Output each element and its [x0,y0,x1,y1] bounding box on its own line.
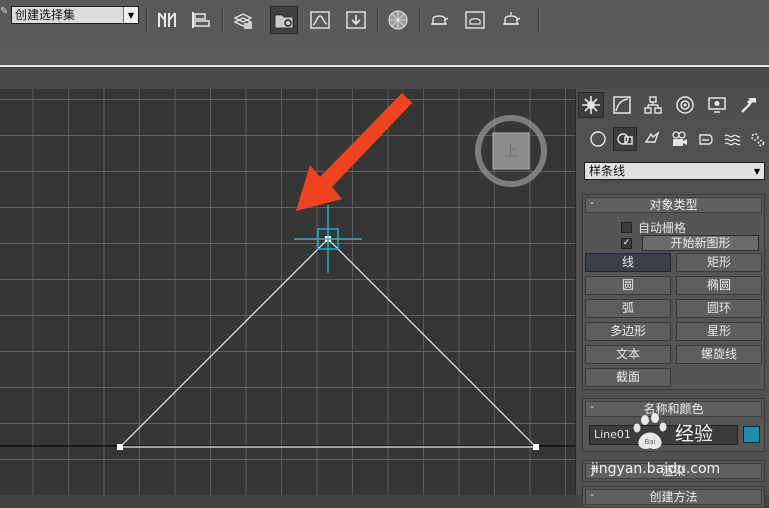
section-button[interactable]: 截面 [585,368,671,387]
arc-button[interactable]: 弧 [585,299,671,318]
space-warps-icon[interactable] [720,127,744,151]
render-icon[interactable] [497,6,525,34]
creation-method-title: 创建方法 [649,490,698,504]
rendering-header[interactable]: + 渲染 [585,462,762,479]
category-dropdown[interactable]: 样条线 ▼ [584,162,765,180]
curve-editor-icon[interactable] [306,6,334,34]
vertex-right [533,444,539,450]
toolbar-separator [377,8,379,32]
ribbon-strip [0,42,769,65]
toolbar-separator [419,8,421,32]
line-button[interactable]: 线 [585,253,671,272]
mirror-icon[interactable] [153,6,181,34]
vertex-left [117,444,123,450]
viewport-label-bar [0,67,769,89]
named-selection-set-dropdown[interactable]: 创建选择集 ▼ [11,6,139,24]
display-tab-icon[interactable] [704,92,730,118]
pointer-arrow-icon [296,93,412,211]
chevron-down-icon[interactable]: ▼ [750,163,764,179]
auto-grid-checkbox[interactable] [621,222,632,233]
geometry-icon[interactable] [586,127,610,151]
object-type-rollout-header[interactable]: - 对象类型 [585,196,762,213]
ngon-button[interactable]: 多边形 [585,322,671,341]
create-subcategory-row [576,127,769,155]
chevron-down-icon[interactable]: ▼ [123,7,138,23]
hierarchy-tab-icon[interactable] [640,92,666,118]
render-setup-icon[interactable] [425,6,453,34]
cameras-icon[interactable] [667,127,691,151]
object-color-swatch[interactable] [743,426,760,443]
object-type-title: 对象类型 [649,198,698,212]
toolbar-separator [222,8,224,32]
systems-icon[interactable] [745,127,769,151]
toolbar-separator [146,8,148,32]
rectangle-button[interactable]: 矩形 [676,253,762,272]
main-toolbar: ✎ 创建选择集 ▼ [0,0,769,43]
scene-explorer-icon[interactable] [270,6,298,34]
category-value: 样条线 [589,164,626,178]
collapse-icon[interactable]: - [590,400,594,413]
donut-button[interactable]: 圆环 [676,299,762,318]
star-button[interactable]: 星形 [676,322,762,341]
modify-tab-icon[interactable] [609,92,635,118]
expand-icon[interactable]: + [590,462,599,475]
start-new-shape-checkbox[interactable]: ✓ [621,237,632,249]
rendering-rollout: + 渲染 [582,460,765,482]
object-name-field[interactable]: Line01 [589,425,738,445]
viewcube-top-label: 上 [504,144,518,160]
command-panel: 样条线 ▼ - 对象类型 自动栅格 ✓ 开始新图形 线 矩形 圆 椭圆 弧 圆环… [575,89,769,508]
rendered-frame-icon[interactable] [461,6,489,34]
start-new-shape-row: ✓ 开始新图形 [621,235,759,251]
motion-tab-icon[interactable] [672,92,698,118]
ellipse-button[interactable]: 椭圆 [676,276,762,295]
name-and-color-title: 名称和颜色 [643,402,704,416]
collapse-icon[interactable]: - [590,196,594,209]
toolbar-separator [538,8,540,32]
name-and-color-rollout: - 名称和颜色 Line01 [582,398,765,452]
helix-button[interactable]: 螺旋线 [676,345,762,364]
layer-manager-icon[interactable] [229,6,257,34]
top-viewport[interactable]: 上 [0,89,575,495]
lights-icon[interactable] [640,127,664,151]
name-and-color-header[interactable]: - 名称和颜色 [585,400,762,417]
viewport-overlay: 上 [0,93,575,450]
utilities-tab-icon[interactable] [736,92,762,118]
align-icon[interactable] [186,6,214,34]
rendering-title: 渲染 [661,464,686,478]
helpers-icon[interactable] [694,127,718,151]
selection-set-value: 创建选择集 [15,8,76,22]
create-tab-icon[interactable] [578,92,604,118]
edit-named-selection-icon[interactable]: ✎ [0,6,8,17]
auto-grid-row: 自动栅格 [621,219,686,236]
viewcube-icon: 上 [475,115,547,187]
circle-button[interactable]: 圆 [585,276,671,295]
start-new-shape-button[interactable]: 开始新图形 [642,235,759,251]
shapes-icon[interactable] [613,127,637,151]
text-button[interactable]: 文本 [585,345,671,364]
object-type-rollout: - 对象类型 自动栅格 ✓ 开始新图形 线 矩形 圆 椭圆 弧 圆环 多边形 星… [582,194,765,390]
creation-method-rollout: - 创建方法 [582,486,765,508]
creation-method-header[interactable]: - 创建方法 [585,488,762,505]
command-panel-tabs [576,89,769,119]
material-editor-icon[interactable] [384,6,412,34]
schematic-view-icon[interactable] [342,6,370,34]
auto-grid-label: 自动栅格 [638,221,687,235]
